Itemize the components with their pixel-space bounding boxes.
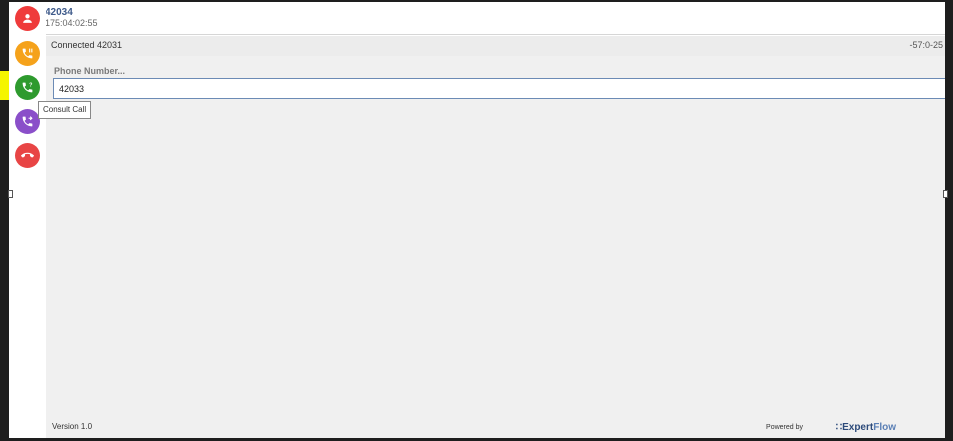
powered-by-label: Powered by [766,424,803,431]
connected-status: Connected 42031 [51,40,123,50]
consult-call-tooltip: Consult Call [38,101,92,119]
caller-timestamp: 175:04:02:55 [45,18,98,28]
hold-button[interactable] [15,41,40,66]
status-bar: Connected 42031 -57:0-25 [46,36,945,56]
brand-flow-text: Flow [873,422,896,433]
call-content: Connected 42031 -57:0-25 Phone Number...… [46,36,945,438]
end-call-button[interactable] [15,143,40,168]
phone-number-label: Phone Number... [54,66,126,76]
version-label: Version 1.0 [52,422,93,431]
hang-up-icon [21,152,34,158]
phone-pause-icon [22,48,33,59]
caller-number: 42034 [45,7,73,18]
left-resize-handle[interactable] [8,190,13,198]
transfer-call-button[interactable] [15,109,40,134]
consult-call-button[interactable]: ? [15,75,40,100]
brand-expert-text: Expert [842,422,874,433]
right-resize-handle[interactable] [943,190,948,198]
call-actions-sidebar [9,2,46,438]
caller-avatar [15,6,40,31]
call-panel: Connected 42031 -57:0-25 Phone Number...… [9,2,945,438]
call-timer: -57:0-25 [909,40,943,50]
person-icon [23,14,32,23]
svg-text:?: ? [29,82,32,88]
phone-transfer-icon [22,116,33,127]
phone-number-input[interactable] [53,78,945,99]
caller-header: 42034 175:04:02:55 [9,2,945,35]
expertflow-logo: ∷ExpertFlow [836,422,896,433]
phone-question-icon: ? [22,82,32,93]
